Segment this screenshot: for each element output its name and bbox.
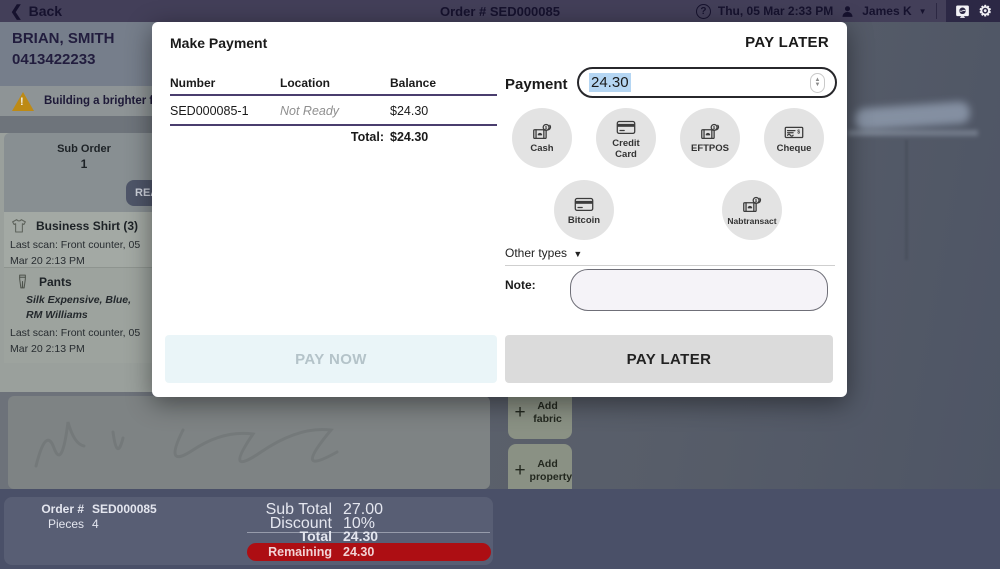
machine-status-icon[interactable]	[954, 3, 971, 20]
pay-now-button[interactable]: PAY NOW	[165, 335, 497, 383]
pieces-value: 4	[92, 517, 99, 531]
remaining-value: 24.30	[343, 545, 375, 559]
method-cash-button[interactable]: Cash	[512, 108, 572, 168]
plus-icon: +	[514, 401, 526, 423]
modal-mode-label: PAY LATER	[745, 34, 829, 51]
table-rule	[170, 124, 497, 126]
plus-icon: +	[514, 459, 526, 481]
payment-amount-input[interactable]: 24.30 ▲ ▼	[577, 67, 837, 98]
row-number: SED000085-1	[170, 104, 249, 118]
col-header-location: Location	[280, 76, 330, 90]
method-eftpos-button[interactable]: EFTPOS	[680, 108, 740, 168]
signature-panel[interactable]	[8, 396, 490, 489]
other-types-dropdown[interactable]: Other types ▼	[505, 246, 582, 260]
other-types-label: Other types	[505, 246, 568, 260]
topbar-divider	[935, 3, 937, 19]
total-label: Total	[299, 528, 332, 544]
note-input[interactable]	[570, 269, 828, 311]
suborder-label: Sub Order	[57, 143, 111, 155]
nabtransact-cash-icon	[743, 196, 762, 212]
table-total-label: Total:	[350, 130, 384, 144]
order-summary-bar: Order # SED000085 Pieces 4 Sub Total 27.…	[0, 489, 1000, 569]
method-credit-card-button[interactable]: Credit Card	[596, 108, 656, 168]
item-last-scan: Last scan: Front counter, 05 Mar 20 2:13…	[10, 327, 141, 356]
help-icon[interactable]: ?	[695, 3, 711, 19]
add-property-label: Add property	[529, 458, 573, 483]
method-bitcoin-button[interactable]: Bitcoin	[554, 180, 614, 240]
user-menu[interactable]: James K	[862, 4, 911, 18]
remaining-label: Remaining	[268, 545, 332, 559]
chevron-left-icon: ❮	[10, 3, 23, 20]
payment-label: Payment	[505, 76, 568, 93]
dropdown-arrow-icon: ▼	[573, 249, 583, 259]
order-number-value: SED000085	[92, 502, 157, 516]
user-avatar-icon	[842, 5, 854, 17]
settings-gear-icon[interactable]: ⚙	[979, 2, 992, 20]
pants-icon	[19, 274, 26, 289]
item-last-scan: Last scan: Front counter, 05 Mar 20 2:13…	[10, 239, 141, 267]
total-value: 24.30	[343, 528, 379, 544]
order-number-label: Order #	[41, 502, 84, 516]
signature-scribble	[34, 421, 339, 468]
payment-amount-value: 24.30	[589, 73, 631, 92]
modal-title: Make Payment	[170, 35, 268, 51]
pay-later-button[interactable]: PAY LATER	[505, 335, 833, 383]
method-nabtransact-button[interactable]: Nabtransact	[722, 180, 782, 240]
table-total-value: $24.30	[390, 130, 429, 144]
item-details: Silk Expensive, Blue, RM Williams	[26, 294, 132, 322]
number-stepper[interactable]: ▲ ▼	[810, 72, 825, 93]
chevron-down-icon: ▼	[918, 6, 927, 16]
suborder-number: 1	[80, 157, 88, 171]
make-payment-modal: Make Payment PAY LATER Number Location B…	[152, 22, 847, 397]
col-header-balance: Balance	[390, 76, 437, 90]
add-fabric-label: Add fabric	[533, 400, 562, 425]
method-cheque-button[interactable]: Cheque	[764, 108, 824, 168]
pieces-label: Pieces	[47, 517, 84, 531]
table-rule	[170, 94, 497, 96]
bitcoin-card-icon	[574, 198, 594, 212]
photo-pole	[905, 140, 908, 260]
item-name: Business Shirt (3)	[36, 219, 139, 233]
item-name: Pants	[39, 274, 72, 289]
cash-icon	[533, 124, 552, 140]
cheque-icon	[784, 127, 804, 139]
note-label: Note:	[505, 278, 536, 292]
top-bar: ❮ Back Order # SED000085 ? Thu, 05 Mar 2…	[0, 0, 1000, 22]
col-header-number: Number	[170, 76, 216, 90]
remaining-badge: Remaining 24.30	[247, 543, 491, 561]
back-button[interactable]: ❮ Back	[0, 2, 72, 20]
back-label: Back	[28, 3, 63, 19]
row-balance: $24.30	[390, 104, 429, 118]
total-row: Total 24.30	[247, 528, 491, 544]
warning-icon	[12, 91, 34, 111]
section-divider	[505, 265, 835, 266]
datetime-text: Thu, 05 Mar 2:33 PM	[717, 4, 834, 18]
credit-card-icon	[616, 120, 636, 135]
photo-shelf	[848, 130, 978, 136]
row-location: Not Ready	[280, 104, 340, 118]
eftpos-cash-icon	[701, 124, 720, 140]
shirt-icon	[12, 219, 26, 233]
order-summary-card: Order # SED000085 Pieces 4 Sub Total 27.…	[4, 497, 493, 565]
